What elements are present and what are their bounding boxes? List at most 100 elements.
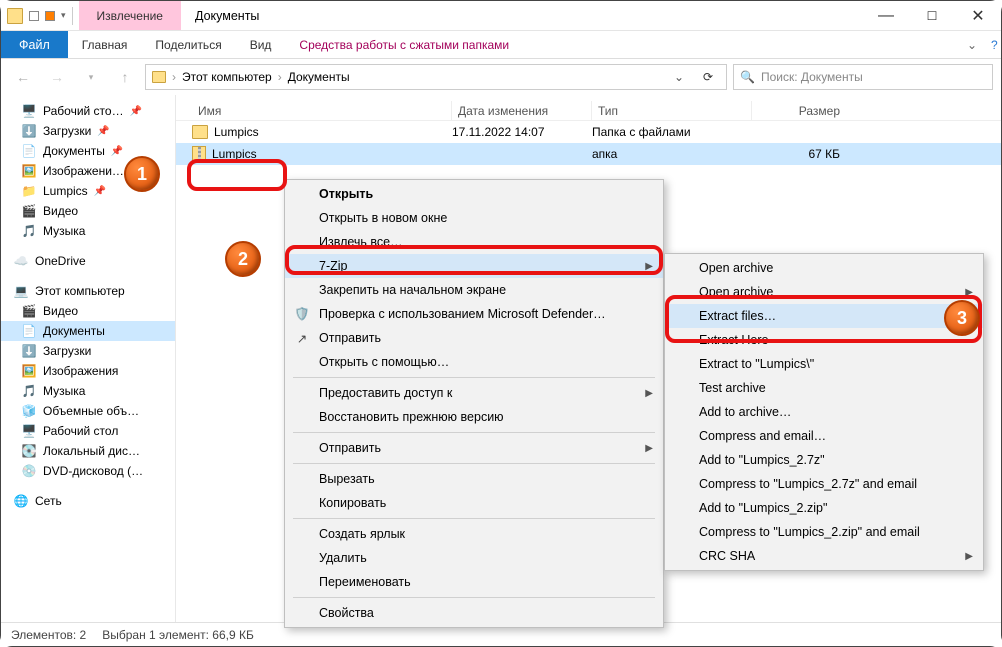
shield-icon: 🛡️ bbox=[293, 307, 311, 322]
nav-music[interactable]: 🎵Музыка bbox=[1, 221, 175, 241]
crumb-documents[interactable]: Документы bbox=[288, 70, 350, 84]
sub-crc[interactable]: CRC SHA▶ bbox=[665, 544, 983, 568]
sub-add[interactable]: Add to archive… bbox=[665, 400, 983, 424]
sub-test[interactable]: Test archive bbox=[665, 376, 983, 400]
refresh-icon[interactable]: ⟳ bbox=[696, 70, 720, 84]
col-name[interactable]: Имя bbox=[192, 101, 452, 120]
recent-dropdown[interactable]: ▾ bbox=[77, 63, 105, 91]
table-row[interactable]: Lumpics 17.11.2022 14:07 Папка с файлами bbox=[176, 121, 1001, 143]
tab-compressed-tools[interactable]: Средства работы с сжатыми папками bbox=[285, 31, 523, 58]
context-menu-main[interactable]: Открыть Открыть в новом окне Извлечь все… bbox=[284, 179, 664, 628]
callout-marker-3: 3 bbox=[944, 300, 980, 336]
chevron-right-icon: ▶ bbox=[965, 551, 973, 562]
sub-add-7z[interactable]: Add to "Lumpics_2.7z" bbox=[665, 448, 983, 472]
nav-desktop2[interactable]: 🖥️Рабочий стол bbox=[1, 421, 175, 441]
ctx-send-to[interactable]: Отправить▶ bbox=[285, 436, 663, 460]
sub-compress-email[interactable]: Compress and email… bbox=[665, 424, 983, 448]
context-menu-7zip[interactable]: Open archive Open archive▶ Extract files… bbox=[664, 253, 984, 571]
checkbox-icon[interactable] bbox=[29, 11, 39, 21]
nav-music2[interactable]: 🎵Музыка bbox=[1, 381, 175, 401]
crumb-thispc[interactable]: Этот компьютер bbox=[182, 70, 272, 84]
separator bbox=[293, 377, 655, 378]
nav-pictures2[interactable]: 🖼️Изображения bbox=[1, 361, 175, 381]
help-icon[interactable]: ? bbox=[991, 31, 1001, 58]
ctx-delete[interactable]: Удалить bbox=[285, 546, 663, 570]
ctx-open-with[interactable]: Открыть с помощью… bbox=[285, 350, 663, 374]
nav-videos[interactable]: 🎬Видео bbox=[1, 201, 175, 221]
up-button[interactable]: ↑ bbox=[111, 63, 139, 91]
col-date[interactable]: Дата изменения bbox=[452, 101, 592, 120]
tab-home[interactable]: Главная bbox=[68, 31, 142, 58]
ctx-share[interactable]: ↗Отправить bbox=[285, 326, 663, 350]
nav-downloads[interactable]: ⬇️Загрузки📌 bbox=[1, 121, 175, 141]
pictures-icon: 🖼️ bbox=[21, 364, 37, 378]
sub-open-archive-2[interactable]: Open archive▶ bbox=[665, 280, 983, 304]
folder-icon bbox=[7, 8, 23, 24]
nav-documents2[interactable]: 📄Документы bbox=[1, 321, 175, 341]
forward-button[interactable]: → bbox=[43, 63, 71, 91]
sub-extract-to[interactable]: Extract to "Lumpics\" bbox=[665, 352, 983, 376]
ctx-defender[interactable]: 🛡️Проверка с использованием Microsoft De… bbox=[285, 302, 663, 326]
back-button[interactable]: ← bbox=[9, 63, 37, 91]
tab-file[interactable]: Файл bbox=[1, 31, 68, 58]
sub-add-zip[interactable]: Add to "Lumpics_2.zip" bbox=[665, 496, 983, 520]
col-size[interactable]: Размер bbox=[752, 101, 852, 120]
nav-videos2[interactable]: 🎬Видео bbox=[1, 301, 175, 321]
col-type[interactable]: Тип bbox=[592, 101, 752, 120]
pictures-icon: 🖼️ bbox=[21, 164, 37, 178]
ctx-rename[interactable]: Переименовать bbox=[285, 570, 663, 594]
search-input[interactable]: 🔍 Поиск: Документы bbox=[733, 64, 993, 90]
nav-downloads2[interactable]: ⬇️Загрузки bbox=[1, 341, 175, 361]
zip-icon bbox=[192, 146, 206, 162]
desktop-icon: 🖥️ bbox=[21, 104, 37, 118]
sub-open-archive[interactable]: Open archive bbox=[665, 256, 983, 280]
down-caret-icon[interactable]: ▾ bbox=[61, 10, 66, 21]
ctx-open-new-window[interactable]: Открыть в новом окне bbox=[285, 206, 663, 230]
minimize-button[interactable]: — bbox=[863, 1, 909, 30]
checkbox-on-icon[interactable] bbox=[45, 11, 55, 21]
ctx-restore[interactable]: Восстановить прежнюю версию bbox=[285, 405, 663, 429]
separator bbox=[293, 597, 655, 598]
ctx-give-access[interactable]: Предоставить доступ к▶ bbox=[285, 381, 663, 405]
nav-dvd[interactable]: 💿DVD-дисковод (… bbox=[1, 461, 175, 481]
callout-marker-2: 2 bbox=[225, 241, 261, 277]
window-title: Документы bbox=[181, 1, 273, 30]
table-row[interactable]: Lumpics апка 67 КБ bbox=[176, 143, 1001, 165]
sub-compress-7z-email[interactable]: Compress to "Lumpics_2.7z" and email bbox=[665, 472, 983, 496]
sub-compress-zip-email[interactable]: Compress to "Lumpics_2.zip" and email bbox=[665, 520, 983, 544]
nav-onedrive[interactable]: ☁️OneDrive bbox=[1, 251, 175, 271]
column-headers[interactable]: Имя Дата изменения Тип Размер bbox=[176, 95, 1001, 121]
ctx-open[interactable]: Открыть bbox=[285, 182, 663, 206]
download-icon: ⬇️ bbox=[21, 124, 37, 138]
nav-network[interactable]: 🌐Сеть bbox=[1, 491, 175, 511]
chevron-right-icon: › bbox=[278, 70, 282, 84]
ctx-shortcut[interactable]: Создать ярлык bbox=[285, 522, 663, 546]
nav-desktop[interactable]: 🖥️Рабочий сто…📌 bbox=[1, 101, 175, 121]
ctx-extract-all[interactable]: Извлечь все… bbox=[285, 230, 663, 254]
disk-icon: 💽 bbox=[21, 444, 37, 458]
sub-extract-here[interactable]: Extract Here bbox=[665, 328, 983, 352]
ribbon-collapse-icon[interactable]: ⌄ bbox=[953, 31, 991, 58]
cube-icon: 🧊 bbox=[21, 404, 37, 418]
sub-extract-files[interactable]: Extract files… bbox=[665, 304, 983, 328]
ctx-copy[interactable]: Копировать bbox=[285, 491, 663, 515]
nav-thispc[interactable]: 💻Этот компьютер bbox=[1, 281, 175, 301]
ctx-properties[interactable]: Свойства bbox=[285, 601, 663, 625]
tab-view[interactable]: Вид bbox=[236, 31, 286, 58]
contextual-tab-tools[interactable]: Извлечение bbox=[79, 1, 181, 30]
titlebar: ▾ Извлечение Документы — ☐ ✕ bbox=[1, 1, 1001, 31]
navigation-bar: ← → ▾ ↑ › Этот компьютер › Документы ⌄ ⟳… bbox=[1, 59, 1001, 95]
ctx-7zip[interactable]: 7-Zip▶ bbox=[285, 254, 663, 278]
ctx-cut[interactable]: Вырезать bbox=[285, 467, 663, 491]
search-icon: 🔍 bbox=[740, 70, 755, 84]
folder-icon bbox=[152, 71, 166, 83]
close-button[interactable]: ✕ bbox=[955, 1, 1001, 30]
dropdown-caret-icon[interactable]: ⌄ bbox=[668, 70, 690, 84]
ctx-pin-start[interactable]: Закрепить на начальном экране bbox=[285, 278, 663, 302]
maximize-button[interactable]: ☐ bbox=[909, 1, 955, 30]
nav-3dobjects[interactable]: 🧊Объемные объ… bbox=[1, 401, 175, 421]
nav-localdisk[interactable]: 💽Локальный дис… bbox=[1, 441, 175, 461]
address-bar[interactable]: › Этот компьютер › Документы ⌄ ⟳ bbox=[145, 64, 727, 90]
tab-share[interactable]: Поделиться bbox=[141, 31, 235, 58]
chevron-right-icon: ▶ bbox=[965, 287, 973, 298]
